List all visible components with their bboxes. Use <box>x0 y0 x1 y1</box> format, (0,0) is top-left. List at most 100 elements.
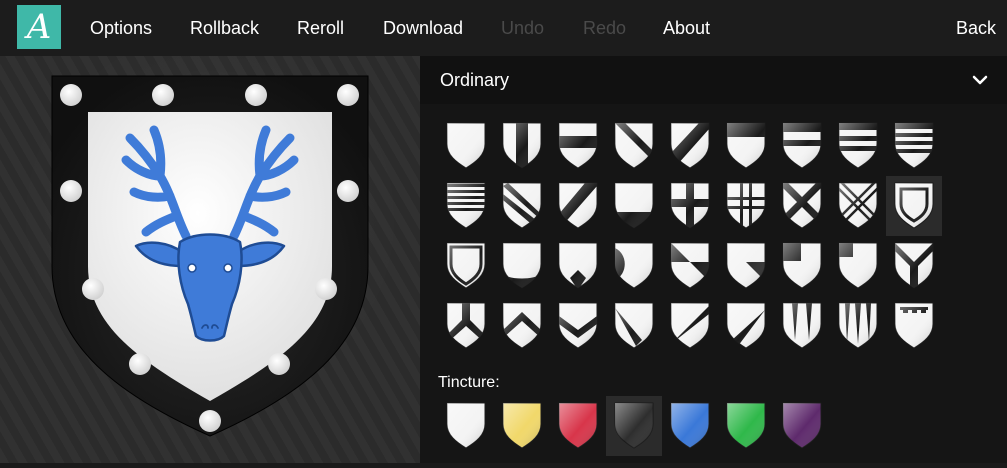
shield-preview <box>51 75 369 437</box>
tincture-argent-icon <box>446 402 486 449</box>
ordinary-chief-icon <box>726 122 766 169</box>
ordinary-option-cross[interactable] <box>662 176 718 236</box>
rollback-button[interactable]: Rollback <box>190 18 259 39</box>
ordinary-three-bars-icon <box>894 122 934 169</box>
ordinary-pile-icon <box>614 302 654 349</box>
section-title: Ordinary <box>440 69 510 90</box>
bezant <box>199 410 221 432</box>
ordinary-option-cross-cotised[interactable] <box>718 176 774 236</box>
tincture-gules-icon <box>558 402 598 449</box>
ordinary-chevron-icon <box>502 302 542 349</box>
ordinary-cross-cotised-icon <box>726 182 766 229</box>
ordinary-plain-icon <box>446 122 486 169</box>
ordinary-saltire-icon <box>782 182 822 229</box>
ordinary-orle-icon <box>894 182 934 229</box>
ordinary-bordure-icon <box>446 242 486 289</box>
ordinary-gyronny-icon <box>670 242 710 289</box>
top-bar: A Options Rollback Reroll Download Undo Redo A… <box>0 0 1007 56</box>
tincture-option-gules[interactable] <box>550 396 606 456</box>
ordinary-option-chevron-in-chief[interactable] <box>830 236 886 296</box>
ordinary-option-bordure[interactable] <box>438 236 494 296</box>
ordinary-option-three-piles[interactable] <box>830 296 886 356</box>
ordinary-quarter-icon <box>726 242 766 289</box>
ordinary-two-bends-icon <box>502 182 542 229</box>
ordinary-fess-icon <box>558 122 598 169</box>
ordinary-option-label[interactable] <box>886 296 942 356</box>
ordinary-option-pile[interactable] <box>606 296 662 356</box>
tincture-option-argent[interactable] <box>438 396 494 456</box>
ordinary-pile-bendwise-icon <box>670 302 710 349</box>
tincture-option-azure[interactable] <box>662 396 718 456</box>
download-button[interactable]: Download <box>383 18 463 39</box>
ordinary-pile-bendwise-sinister-icon <box>726 302 766 349</box>
ordinary-option-chief[interactable] <box>718 116 774 176</box>
about-button[interactable]: About <box>663 18 710 39</box>
ordinary-option-orle[interactable] <box>886 176 942 236</box>
ordinary-option-bend-sinister[interactable] <box>662 116 718 176</box>
ordinary-option-bend[interactable] <box>606 116 662 176</box>
ordinary-option-chevron[interactable] <box>494 296 550 356</box>
ordinary-option-saltire-cotised[interactable] <box>830 176 886 236</box>
editor-panel: Ordinary Tincture: <box>420 56 1007 463</box>
ordinary-chevron-couped-icon <box>558 302 598 349</box>
options-button[interactable]: Options <box>90 18 152 39</box>
ordinary-option-fess[interactable] <box>550 116 606 176</box>
ordinary-two-piles-icon <box>782 302 822 349</box>
logo-letter: A <box>26 7 52 47</box>
ordinary-option-three-bars[interactable] <box>886 116 942 176</box>
ordinary-option-saltire[interactable] <box>774 176 830 236</box>
tincture-sable-icon <box>614 402 654 449</box>
app-logo[interactable]: A <box>17 5 61 49</box>
ordinary-option-two-piles[interactable] <box>774 296 830 356</box>
ordinary-option-two-bars[interactable] <box>830 116 886 176</box>
ordinary-option-bar[interactable] <box>774 116 830 176</box>
ordinary-option-pall[interactable] <box>886 236 942 296</box>
ordinary-option-gyronny[interactable] <box>662 236 718 296</box>
bezant <box>337 180 359 202</box>
ordinary-section-header[interactable]: Ordinary <box>420 56 1007 104</box>
ordinary-option-base[interactable] <box>606 176 662 236</box>
ordinary-point-in-base-icon <box>558 242 598 289</box>
tincture-vert-icon <box>726 402 766 449</box>
ordinary-option-pale[interactable] <box>494 116 550 176</box>
ordinary-four-bars-icon <box>446 182 486 229</box>
ordinary-option-chevronny-base[interactable] <box>494 236 550 296</box>
ordinary-pale-icon <box>502 122 542 169</box>
ordinary-flaunches-icon <box>614 242 654 289</box>
bezant <box>82 278 104 300</box>
ordinary-bend-icon <box>614 122 654 169</box>
bezant <box>315 278 337 300</box>
chevron-down-icon <box>972 75 988 85</box>
ordinary-label-icon <box>894 302 934 349</box>
ordinary-saltire-cotised-icon <box>838 182 878 229</box>
reroll-button[interactable]: Reroll <box>297 18 344 39</box>
ordinary-option-pile-bendwise-sinister[interactable] <box>718 296 774 356</box>
tincture-option-sable[interactable] <box>606 396 662 456</box>
ordinary-canton-icon <box>782 242 822 289</box>
ordinary-option-quarter[interactable] <box>718 236 774 296</box>
ordinary-option-plain[interactable] <box>438 116 494 176</box>
bezant <box>245 84 267 106</box>
ordinary-option-bend-sinister-cotised[interactable] <box>550 176 606 236</box>
ordinary-pall-reversed-icon <box>446 302 486 349</box>
ordinary-option-canton[interactable] <box>774 236 830 296</box>
ordinary-option-flaunches[interactable] <box>606 236 662 296</box>
ordinary-bar-icon <box>782 122 822 169</box>
tincture-label: Tincture: <box>438 374 500 391</box>
tincture-option-purpure[interactable] <box>774 396 830 456</box>
ordinary-option-chevron-couped[interactable] <box>550 296 606 356</box>
ordinary-option-point-in-base[interactable] <box>550 236 606 296</box>
tincture-purpure-icon <box>782 402 822 449</box>
ordinary-option-pall-reversed[interactable] <box>438 296 494 356</box>
tincture-option-or[interactable] <box>494 396 550 456</box>
tincture-option-vert[interactable] <box>718 396 774 456</box>
tincture-or-icon <box>502 402 542 449</box>
ordinary-option-four-bars[interactable] <box>438 176 494 236</box>
back-button[interactable]: Back <box>956 18 996 39</box>
ordinary-option-pile-bendwise[interactable] <box>662 296 718 356</box>
ordinary-two-bars-icon <box>838 122 878 169</box>
bezant <box>60 180 82 202</box>
undo-button: Undo <box>501 17 545 38</box>
ordinary-cross-icon <box>670 182 710 229</box>
ordinary-option-two-bends[interactable] <box>494 176 550 236</box>
